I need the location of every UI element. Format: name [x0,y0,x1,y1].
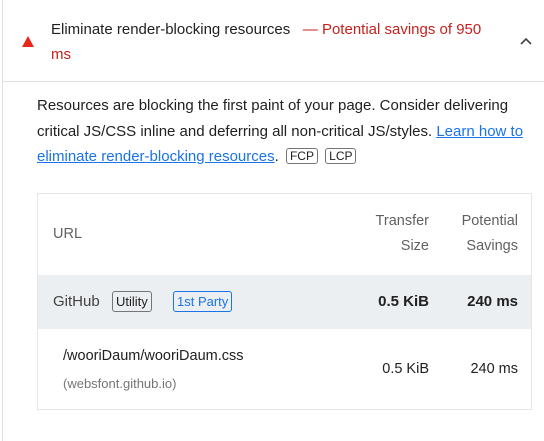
fail-triangle-icon [22,36,34,47]
resource-potential-savings: 240 ms [470,361,518,377]
metric-chip-fcp: FCP [285,148,318,164]
audit-header[interactable]: Eliminate render-blocking resources — Po… [3,0,544,82]
entity-transfer-size: 0.5 KiB [378,293,429,310]
audit-title-text: Eliminate render-blocking resources [51,21,291,38]
audit-description: Resources are blocking the first paint o… [37,93,527,170]
resources-table: URL Transfer Size Potential Savings GitH… [37,193,532,410]
entity-name: GitHub [53,293,100,310]
resource-transfer-size: 0.5 KiB [382,361,429,377]
table-header: URL Transfer Size Potential Savings [38,194,531,275]
column-header-potential-savings: Potential Savings [461,213,518,254]
metric-chip-lcp: LCP [325,148,357,164]
entity-tag-first-party: 1st Party [173,291,233,312]
chevron-up-icon[interactable] [519,34,533,48]
entity-potential-savings: 240 ms [467,293,518,310]
audit-panel: Eliminate render-blocking resources — Po… [2,0,544,441]
table-row: /wooriDaum/wooriDaum.css (websfont.githu… [38,329,531,409]
resource-path: /wooriDaum/wooriDaum.css [63,348,244,364]
entity-tag-utility: Utility [112,291,152,312]
audit-title: Eliminate render-blocking resources — Po… [51,17,491,67]
column-header-transfer-size: Transfer Size [375,213,429,254]
column-header-url: URL [53,226,83,242]
resource-url: /wooriDaum/wooriDaum.css (websfont.githu… [63,343,353,398]
entity-group-row: GitHub Utility 1st Party 0.5 KiB 240 ms [38,275,531,329]
description-after-link: . [274,148,279,165]
resource-host: (websfont.github.io) [63,376,177,391]
